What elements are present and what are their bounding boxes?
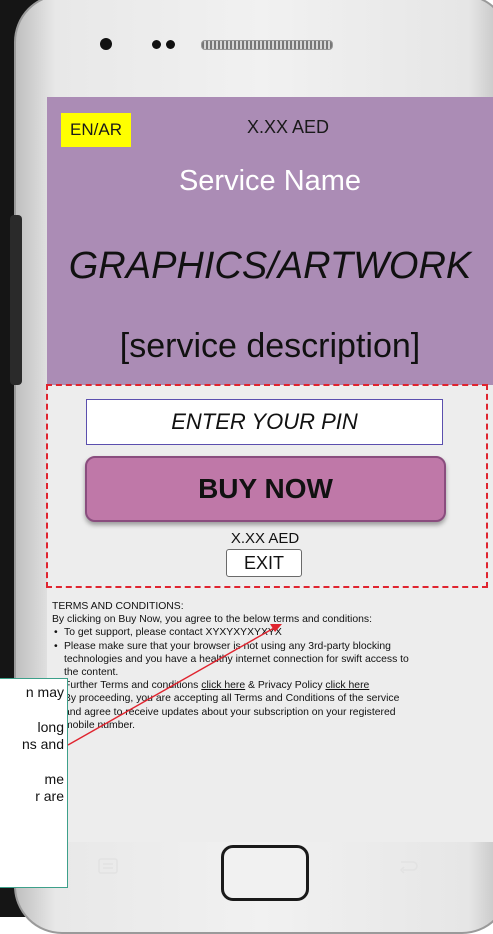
service-name: Service Name xyxy=(178,165,362,197)
terms-browser-line2: technologies and you have a healthy inte… xyxy=(64,653,409,665)
further-terms-link[interactable]: click here xyxy=(201,680,245,691)
exit-button[interactable]: EXIT xyxy=(226,549,302,577)
home-button[interactable] xyxy=(221,845,309,901)
note-line-5: r are xyxy=(35,788,64,804)
back-icon[interactable] xyxy=(395,858,419,874)
note-line-3: ns and xyxy=(21,736,64,752)
privacy-policy-link[interactable]: click here xyxy=(325,680,369,691)
note-line-2: long xyxy=(37,719,64,735)
note-line-1: n may xyxy=(25,684,64,700)
sensor-dot xyxy=(166,40,175,49)
side-button xyxy=(10,215,22,385)
terms-proceed-line2: and agree to receive updates about your … xyxy=(64,706,396,718)
annotation-note: n may long ns and me r are xyxy=(0,678,68,888)
graphics-artwork-label: GRAPHICS/ARTWORK xyxy=(68,245,472,287)
note-line-4: me xyxy=(44,771,64,787)
menu-icon[interactable] xyxy=(98,858,118,874)
speaker-grill xyxy=(201,40,333,50)
terms-proceed-line1: By proceeding, you are accepting all Ter… xyxy=(64,693,400,705)
terms-browser-line1: Please make sure that your browser is no… xyxy=(52,640,490,653)
terms-support: To get support, please contact XYXYXYXYX… xyxy=(52,626,490,639)
terms-intro: By clicking on Buy Now, you agree to the… xyxy=(52,614,372,626)
privacy-prefix: & Privacy Policy xyxy=(245,680,326,692)
terms-further-links: Further Terms and conditions click here … xyxy=(52,679,490,692)
further-terms-prefix: Further Terms and conditions xyxy=(64,680,202,692)
hero-section: EN/AR X.XX AED Service Name GRAPHICS/ART… xyxy=(47,97,493,385)
sensor-dot xyxy=(152,40,161,49)
camera-dot xyxy=(100,38,112,50)
terms-heading: TERMS AND CONDITIONS: xyxy=(52,601,184,612)
language-toggle[interactable]: EN/AR xyxy=(61,113,131,147)
price-bottom: X.XX AED xyxy=(230,530,300,547)
terms-proceed-line3: mobile number. xyxy=(64,719,136,731)
terms-and-conditions: TERMS AND CONDITIONS: By clicking on Buy… xyxy=(52,600,490,732)
buy-now-button[interactable]: BUY NOW xyxy=(85,456,446,522)
service-description: [service description] xyxy=(119,327,421,365)
price-top: X.XX AED xyxy=(247,117,330,137)
pin-input[interactable] xyxy=(86,399,443,445)
price-bottom-wrap: X.XX AED xyxy=(225,530,305,547)
terms-browser-line3: the content. xyxy=(64,667,119,679)
